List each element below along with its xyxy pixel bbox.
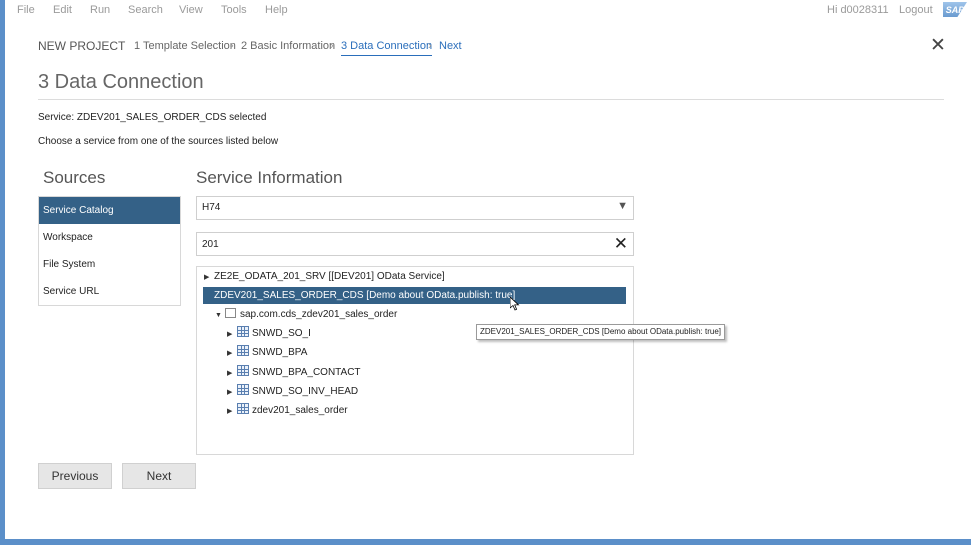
table-icon (237, 384, 249, 395)
mouse-cursor-icon (510, 297, 520, 311)
page-title: 3 Data Connection (38, 71, 204, 93)
instruction-text: Choose a service from one of the sources… (38, 136, 279, 147)
step-separator: › (428, 40, 432, 52)
tree-item-label: ZE2E_ODATA_201_SRV [[DEV201] OData Servi… (214, 271, 445, 282)
sources-heading: Sources (43, 168, 106, 187)
tree-item-entity[interactable]: ▶ zdev201_sales_order (227, 402, 348, 419)
wizard-step-basic-information[interactable]: 2 Basic Information (241, 40, 335, 52)
tree-item-label: sap.com.cds_zdev201_sales_order (240, 309, 398, 320)
tree-item-ze2e-odata-service[interactable]: ▶ ZE2E_ODATA_201_SRV [[DEV201] OData Serv… (204, 268, 445, 285)
close-icon[interactable]: ✕ (930, 36, 946, 55)
tree-item-label: SNWD_BPA_CONTACT (252, 367, 361, 378)
selected-service-status: Service: ZDEV201_SALES_ORDER_CDS selecte… (38, 112, 267, 123)
tree-item-entity[interactable]: ▶ SNWD_SO_INV_HEAD (227, 383, 358, 400)
menu-bar: File Edit Run Search View Tools Help Hi … (0, 0, 971, 22)
system-select-value: H74 (202, 202, 221, 213)
menu-file[interactable]: File (17, 4, 35, 16)
menu-edit[interactable]: Edit (53, 4, 72, 16)
menu-run[interactable]: Run (90, 4, 110, 16)
caret-right-icon[interactable]: ▶ (227, 365, 237, 382)
package-icon (225, 308, 236, 318)
source-workspace[interactable]: Workspace (39, 224, 180, 251)
dropdown-arrow-icon[interactable]: ▼ (617, 200, 628, 212)
wizard-step-template-selection[interactable]: 1 Template Selection (134, 40, 236, 52)
user-greeting[interactable]: Hi d0028311 (827, 4, 889, 16)
menu-search[interactable]: Search (128, 4, 163, 16)
service-tree: ▶ ZE2E_ODATA_201_SRV [[DEV201] OData Serv… (196, 266, 634, 455)
wizard-step-next[interactable]: Next (439, 40, 462, 52)
caret-right-icon[interactable]: ▶ (204, 269, 214, 286)
previous-button[interactable]: Previous (38, 463, 112, 489)
caret-down-icon[interactable]: ▼ (215, 307, 225, 324)
tree-item-label: SNWD_SO_I (252, 328, 311, 339)
tree-item-label: SNWD_BPA (252, 347, 308, 358)
service-information-heading: Service Information (196, 168, 343, 187)
clear-icon[interactable]: ✕ (614, 233, 628, 254)
menu-tools[interactable]: Tools (221, 4, 247, 16)
caret-right-icon[interactable]: ▶ (227, 403, 237, 420)
tree-item-entity[interactable]: ▶ SNWD_SO_I (227, 325, 311, 342)
logout-link[interactable]: Logout (899, 4, 933, 16)
menu-view[interactable]: View (179, 4, 203, 16)
window-frame-left (0, 0, 5, 545)
tree-item-zdev201-sales-order-cds[interactable]: ZDEV201_SALES_ORDER_CDS [Demo about ODat… (203, 287, 626, 304)
menu-help[interactable]: Help (265, 4, 288, 16)
sources-list: Service Catalog Workspace File System Se… (38, 196, 181, 306)
table-icon (237, 365, 249, 376)
tree-item-tooltip: ZDEV201_SALES_ORDER_CDS [Demo about ODat… (476, 324, 726, 340)
tree-item-label: zdev201_sales_order (252, 405, 348, 416)
caret-right-icon[interactable]: ▶ (227, 345, 237, 362)
source-file-system[interactable]: File System (39, 251, 180, 278)
step-separator: › (230, 40, 234, 52)
system-select[interactable]: H74 ▼ (196, 196, 634, 220)
source-service-catalog[interactable]: Service Catalog (39, 197, 180, 224)
step-separator: › (330, 40, 334, 52)
tree-item-package[interactable]: ▼ sap.com.cds_zdev201_sales_order (215, 306, 397, 323)
service-search-input[interactable] (202, 237, 602, 251)
title-divider (38, 99, 944, 100)
table-icon (237, 326, 249, 337)
tree-item-label: SNWD_SO_INV_HEAD (252, 386, 359, 397)
table-icon (237, 403, 249, 414)
tree-item-label: ZDEV201_SALES_ORDER_CDS [Demo about ODat… (214, 290, 516, 301)
next-button[interactable]: Next (122, 463, 196, 489)
service-search-box: ✕ (196, 232, 634, 256)
wizard-title: NEW PROJECT (38, 39, 126, 53)
window-frame-bottom (0, 539, 971, 545)
tree-item-entity[interactable]: ▶ SNWD_BPA_CONTACT (227, 364, 361, 381)
sap-logo: SAP (943, 2, 967, 17)
table-icon (237, 345, 249, 356)
wizard-step-data-connection[interactable]: 3 Data Connection (341, 40, 433, 56)
tree-item-entity[interactable]: ▶ SNWD_BPA (227, 344, 307, 361)
caret-right-icon[interactable]: ▶ (227, 326, 237, 343)
caret-right-icon[interactable]: ▶ (227, 384, 237, 401)
source-service-url[interactable]: Service URL (39, 278, 180, 305)
